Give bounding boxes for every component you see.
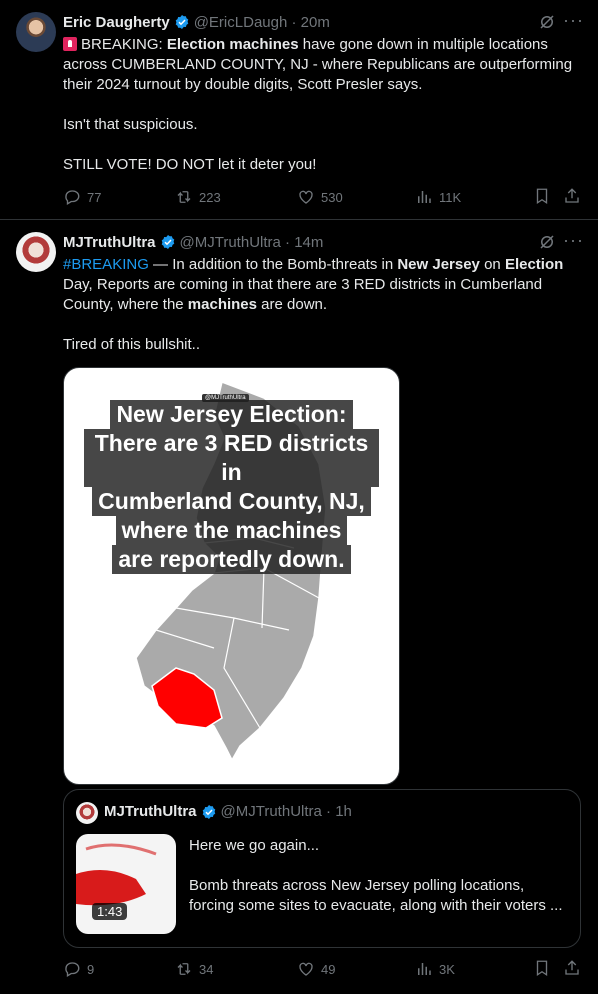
text-bold: machines bbox=[187, 296, 257, 313]
like-count: 49 bbox=[321, 961, 336, 977]
text-paragraph: Isn't that suspicious. bbox=[63, 116, 198, 133]
repost-count: 223 bbox=[199, 189, 221, 205]
views-count: 11K bbox=[439, 189, 462, 205]
share-icon[interactable] bbox=[563, 187, 581, 205]
verified-badge-icon bbox=[175, 15, 188, 29]
like-icon bbox=[299, 190, 313, 204]
author-name[interactable]: MJTruthUltra bbox=[63, 234, 156, 251]
like-button[interactable]: 530 bbox=[297, 187, 343, 207]
text-segment: — In addition to the Bomb-threats in bbox=[148, 256, 398, 273]
grok-icon[interactable] bbox=[538, 233, 556, 251]
repost-button[interactable]: 34 bbox=[175, 959, 213, 979]
quoted-tweet-text: Here we go again... Bomb threats across … bbox=[189, 836, 569, 916]
quoted-tweet[interactable]: MJTruthUltra @MJTruthUltra · 1h 1:43 Her… bbox=[63, 789, 581, 948]
timestamp[interactable]: 14m bbox=[294, 234, 323, 251]
timestamp[interactable]: 20m bbox=[301, 14, 330, 31]
tweet-text: #BREAKING — In addition to the Bomb-thre… bbox=[63, 255, 583, 355]
separator-dot: · bbox=[321, 803, 336, 820]
caption-line: where the machines bbox=[115, 516, 348, 545]
author-handle[interactable]: @MJTruthUltra bbox=[180, 234, 281, 251]
image-caption: New Jersey Election: There are 3 RED dis… bbox=[84, 400, 379, 574]
video-thumbnail[interactable]: 1:43 bbox=[76, 834, 176, 934]
verified-badge-icon bbox=[202, 804, 215, 819]
text-segment: on bbox=[479, 256, 505, 273]
text-paragraph: Here we go again... bbox=[189, 837, 320, 854]
reply-button[interactable]: 9 bbox=[63, 959, 94, 979]
video-thumbnail-image bbox=[76, 843, 157, 906]
text-bold: Election machines bbox=[166, 36, 299, 53]
author-name[interactable]: Eric Daugherty bbox=[63, 14, 170, 31]
avatar bbox=[76, 802, 98, 824]
tweet-text: BREAKING: Election machines have gone do… bbox=[63, 35, 583, 175]
more-icon[interactable]: ··· bbox=[563, 231, 584, 249]
caption-line: Cumberland County, NJ, bbox=[92, 487, 371, 516]
reply-count: 77 bbox=[87, 189, 102, 205]
avatar[interactable] bbox=[16, 232, 56, 272]
like-button[interactable]: 49 bbox=[297, 959, 335, 979]
author-name: MJTruthUltra bbox=[104, 803, 197, 820]
reply-count: 9 bbox=[87, 961, 95, 977]
tweet-media-image[interactable]: @MJTruthUltra New Jersey Election: There… bbox=[63, 367, 400, 785]
text-segment: are down. bbox=[257, 296, 328, 313]
avatar[interactable] bbox=[16, 12, 56, 52]
bookmark-icon[interactable] bbox=[533, 187, 551, 205]
views-button[interactable]: 3K bbox=[415, 959, 455, 979]
like-icon bbox=[299, 962, 313, 976]
action-bar: 9 34 49 3K bbox=[63, 959, 583, 979]
repost-icon bbox=[177, 963, 191, 975]
reply-icon bbox=[65, 962, 80, 977]
caption-line: are reportedly down. bbox=[112, 545, 351, 574]
repost-count: 34 bbox=[199, 961, 214, 977]
video-duration: 1:43 bbox=[92, 903, 128, 920]
views-count: 3K bbox=[439, 961, 455, 977]
reply-icon bbox=[65, 190, 80, 205]
text-paragraph: STILL VOTE! DO NOT let it deter you! bbox=[63, 156, 317, 173]
more-icon[interactable]: ··· bbox=[563, 11, 584, 29]
author-handle: @MJTruthUltra bbox=[220, 803, 322, 820]
separator-dot: · bbox=[287, 13, 301, 31]
action-bar: 77 223 530 11K bbox=[63, 187, 583, 207]
repost-icon bbox=[177, 191, 191, 203]
repost-button[interactable]: 223 bbox=[175, 187, 221, 207]
views-icon bbox=[418, 963, 431, 975]
siren-emoji bbox=[63, 37, 77, 51]
caption-line: New Jersey Election: bbox=[110, 400, 353, 429]
like-count: 530 bbox=[321, 189, 343, 205]
views-icon bbox=[418, 191, 431, 203]
separator-dot: · bbox=[280, 233, 295, 251]
text-paragraph: Tired of this bullshit.. bbox=[63, 336, 200, 353]
tweet-header: Eric Daugherty @EricLDaugh · 20m bbox=[63, 11, 330, 33]
verified-badge-icon bbox=[161, 235, 174, 249]
tweet-header: MJTruthUltra @MJTruthUltra · 14m bbox=[63, 231, 323, 253]
bookmark-icon[interactable] bbox=[533, 959, 551, 977]
grok-icon[interactable] bbox=[538, 13, 556, 31]
author-handle[interactable]: @EricLDaugh bbox=[194, 14, 288, 31]
text-bold: Election bbox=[504, 256, 564, 273]
share-icon[interactable] bbox=[563, 959, 581, 977]
text-bold: New Jersey bbox=[397, 256, 480, 273]
text-segment: BREAKING: bbox=[81, 36, 167, 53]
hashtag-link[interactable]: #BREAKING bbox=[63, 256, 149, 273]
reply-button[interactable]: 77 bbox=[63, 187, 101, 207]
text-paragraph: Bomb threats across New Jersey polling l… bbox=[189, 877, 563, 914]
tweet-eric-daugherty[interactable]: Eric Daugherty @EricLDaugh · 20m ··· BRE… bbox=[0, 0, 598, 219]
timestamp: 1h bbox=[335, 803, 352, 820]
views-button[interactable]: 11K bbox=[415, 187, 461, 207]
caption-line: There are 3 RED districts in bbox=[84, 429, 379, 487]
quoted-tweet-header: MJTruthUltra @MJTruthUltra · 1h bbox=[104, 803, 352, 820]
